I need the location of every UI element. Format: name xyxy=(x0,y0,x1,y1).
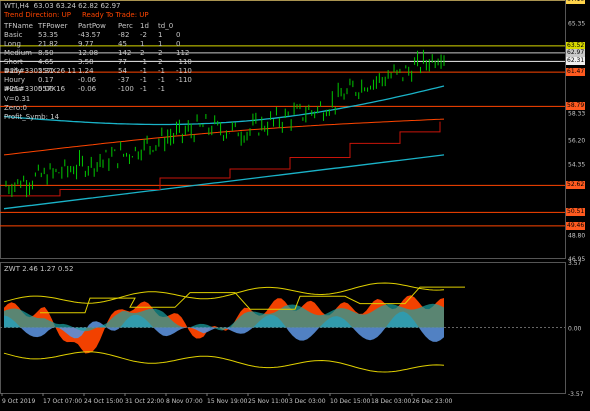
table-cell: 54 xyxy=(118,67,127,75)
table-cell: Basic xyxy=(4,31,23,39)
table-cell: -1 xyxy=(158,85,165,93)
table-cell: Short xyxy=(4,58,23,66)
price-axis-tick: 48.80 xyxy=(568,232,585,239)
table-cell: 2 xyxy=(158,58,163,66)
table-cell: 0.17 xyxy=(38,76,54,84)
table-cell: -110 xyxy=(176,76,192,84)
table-cell: 12.08 xyxy=(78,49,99,57)
step-line xyxy=(0,121,441,197)
price-level-badge: 52.62 xyxy=(566,181,586,190)
table-cell: 4.65 xyxy=(38,58,54,66)
table-header-cell: PartPow xyxy=(78,22,106,30)
price-axis-tick: 65.35 xyxy=(568,20,585,27)
price-level-badge: 58.79 xyxy=(566,102,586,111)
lower-band-line xyxy=(3,351,445,373)
x-axis-tick: 18 Dec 03:00 xyxy=(371,398,412,405)
chart-window: 67.1065.3563.5262.9762.3161.4758.7958.33… xyxy=(0,0,590,407)
table-cell: -82 xyxy=(118,31,130,39)
price-level-badge: 67.10 xyxy=(566,0,586,4)
x-axis-tick: 17 Oct 07:00 xyxy=(43,398,82,405)
x-axis-tick: 3 Dec 03:00 xyxy=(289,398,326,405)
x-axis-tick: 15 Nov 19:00 xyxy=(207,398,248,405)
ma-cyan-line xyxy=(3,85,445,126)
table-cell: 45 xyxy=(118,40,127,48)
price-axis-tick: 58.33 xyxy=(568,110,585,117)
table-cell: Medium xyxy=(4,49,32,57)
table-cell: 1 xyxy=(140,40,145,48)
x-axis-tick: 9 Oct 2019 xyxy=(2,398,35,405)
table-header-cell: Perc xyxy=(118,22,133,30)
table-cell: Long xyxy=(4,40,21,48)
indicator-title: ZWT 2.46 1.27 0.52 xyxy=(4,265,74,273)
table-cell: 2 xyxy=(140,49,145,57)
table-cell: 0 xyxy=(176,40,181,48)
price-level-badge: 61.47 xyxy=(566,68,586,77)
info-line: Zero:0 xyxy=(4,104,27,112)
table-cell: 0 xyxy=(176,31,181,39)
overlap-label: #25#330557X16 xyxy=(4,85,66,93)
indicator-axis-tick: -3.57 xyxy=(568,391,584,398)
table-cell: 1 xyxy=(158,31,163,39)
table-cell: -1 xyxy=(140,85,147,93)
info-line: V=0.31 xyxy=(4,95,31,103)
table-cell: -110 xyxy=(176,58,192,66)
x-axis-tick: 8 Nov 07:00 xyxy=(166,398,203,405)
table-cell: -43.57 xyxy=(78,31,101,39)
price-axis-tick: 54.35 xyxy=(568,161,585,168)
table-cell: 21.82 xyxy=(38,40,59,48)
table-cell: 3.58 xyxy=(78,58,94,66)
x-axis-tick: 31 Oct 22:00 xyxy=(125,398,164,405)
table-cell: -100 xyxy=(118,85,134,93)
table-cell: -1 xyxy=(158,67,165,75)
x-axis-tick: 25 Nov 11:00 xyxy=(248,398,289,405)
table-cell: 8.50 xyxy=(38,49,54,57)
table-cell: 1.24 xyxy=(78,67,94,75)
table-header-cell: 1d xyxy=(140,22,149,30)
table-cell: 9.77 xyxy=(78,40,94,48)
price-level-badge: 49.46 xyxy=(566,221,586,230)
table-cell: 142 xyxy=(118,49,132,57)
trend-direction-label: Trend Direction: UP xyxy=(4,11,71,19)
overlap-label: #25#330557X26 11 xyxy=(4,67,77,75)
table-cell: -1 xyxy=(158,76,165,84)
table-cell: -37 xyxy=(118,76,130,84)
x-axis-tick: 24 Oct 15:00 xyxy=(84,398,123,405)
indicator-axis-tick: 3.57 xyxy=(568,260,582,267)
table-cell: 77 xyxy=(118,58,127,66)
chart-title: WTI,H4 63.03 63.24 62.82 62.97 xyxy=(4,2,121,10)
ready-to-trade-label: Ready To Trade: UP xyxy=(82,11,149,19)
table-cell: -1 xyxy=(140,67,147,75)
table-cell: -110 xyxy=(176,67,192,75)
table-header-cell: TFPower xyxy=(38,22,68,30)
table-cell: 1 xyxy=(158,40,163,48)
table-header-cell: td_0 xyxy=(158,22,174,30)
info-line: Profit_Symb: 14 xyxy=(4,113,60,121)
indicator-axis-tick: 0.00 xyxy=(568,326,582,333)
price-axis-tick: 56.20 xyxy=(568,138,585,145)
table-cell: 112 xyxy=(176,49,190,57)
x-axis-tick: 26 Dec 23:00 xyxy=(412,398,453,405)
table-header-cell: TFName xyxy=(4,22,33,30)
price-level-badge: 50.51 xyxy=(566,208,586,217)
price-level-badge: 62.97 xyxy=(566,48,586,57)
table-cell: 2 xyxy=(158,49,163,57)
table-cell: -1 xyxy=(140,58,147,66)
table-cell: -1 xyxy=(140,76,147,84)
table-cell: Houry xyxy=(4,76,26,84)
table-cell: -2 xyxy=(140,31,147,39)
table-cell: 53.35 xyxy=(38,31,59,39)
price-level-badge: 62.31 xyxy=(566,57,586,66)
table-cell: -0.06 xyxy=(78,76,97,84)
table-cell: -0.06 xyxy=(78,85,97,93)
x-axis-tick: 10 Dec 15:00 xyxy=(330,398,371,405)
ma-cyan-lower-line xyxy=(3,154,445,210)
